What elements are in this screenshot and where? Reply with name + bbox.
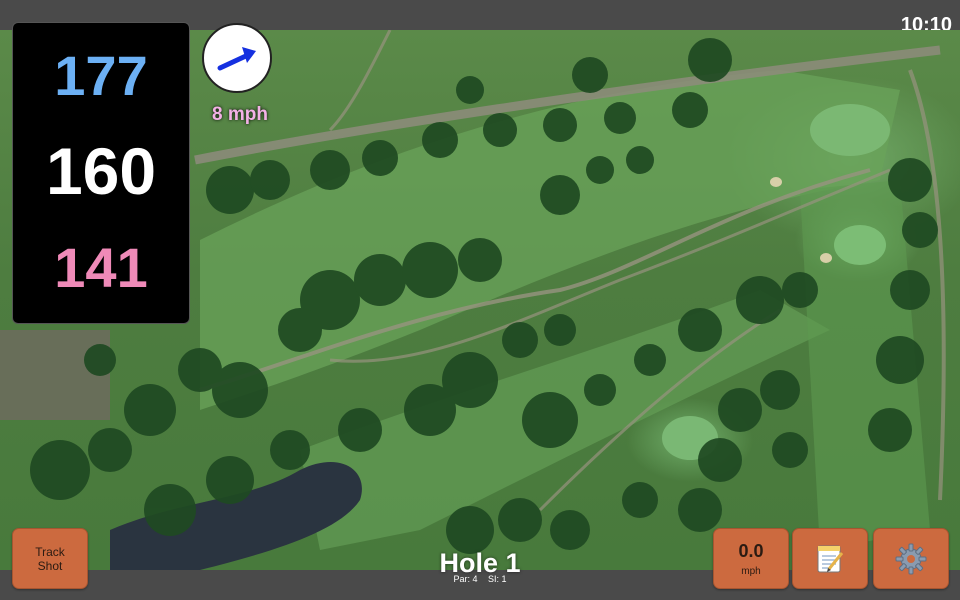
speed-value: 0.0 xyxy=(738,540,764,561)
hole-info: Hole 1 Par: 4 SI: 1 xyxy=(380,548,580,584)
hole-par: Par: 4 xyxy=(453,574,478,584)
wind-indicator[interactable] xyxy=(202,23,272,93)
middle-distance: 160 xyxy=(45,134,157,208)
front-distance: 141 xyxy=(54,236,148,299)
speed-unit: mph xyxy=(741,565,761,577)
notes-button[interactable] xyxy=(792,528,868,589)
wind-speed-label: 8 mph xyxy=(212,104,268,125)
hole-details: Par: 4 SI: 1 xyxy=(380,574,580,584)
settings-button[interactable] xyxy=(873,528,949,589)
track-shot-button[interactable]: Track Shot xyxy=(12,528,88,589)
wind-arrow-icon xyxy=(217,47,256,71)
speed-button[interactable]: 0.0 mph xyxy=(713,528,789,589)
track-shot-label-line1: Track xyxy=(35,544,65,559)
track-shot-label-line2: Shot xyxy=(37,558,63,573)
back-distance: 177 xyxy=(54,44,148,107)
distance-panel: 177 160 141 xyxy=(12,22,190,324)
hole-si: SI: 1 xyxy=(488,574,507,584)
gear-icon xyxy=(895,543,927,574)
notepad-icon xyxy=(817,545,844,572)
